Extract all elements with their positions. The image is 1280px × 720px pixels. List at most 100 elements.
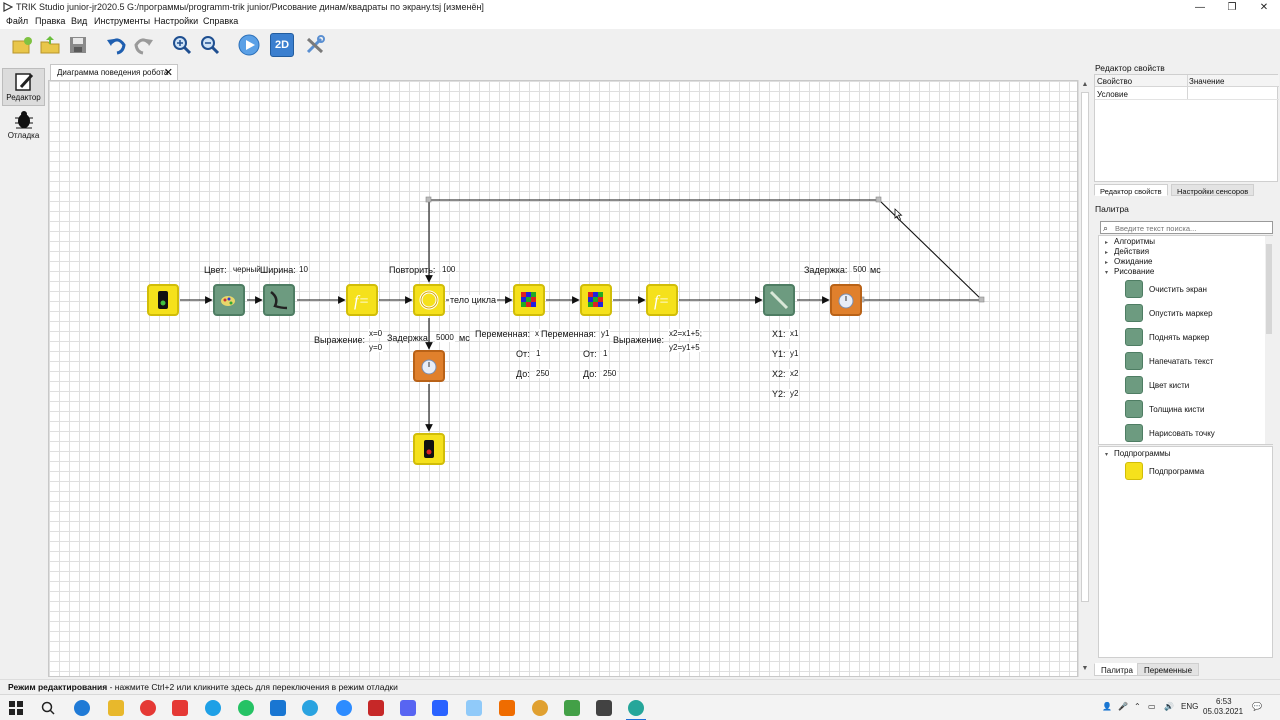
expression-2-line-1[interactable]: x2=x1+5; <box>668 329 703 338</box>
line-y1-value[interactable]: y1 <box>789 349 800 358</box>
palette-scroll-thumb[interactable] <box>1266 244 1272 334</box>
pen-color-value[interactable]: черный <box>232 265 262 274</box>
zoom-out-button[interactable] <box>198 33 222 57</box>
initial-node-block[interactable] <box>147 284 179 316</box>
for-loop-x-block[interactable] <box>513 284 545 316</box>
pen-width-block[interactable] <box>263 284 295 316</box>
skype-icon[interactable] <box>205 700 221 716</box>
redo-button[interactable] <box>132 33 156 57</box>
tab-palette[interactable]: Палитра <box>1094 663 1140 676</box>
timer-block-2[interactable] <box>830 284 862 316</box>
final-node-block[interactable] <box>413 433 445 465</box>
expression-1-line-2[interactable]: y=0 <box>368 343 384 352</box>
tray-show-hidden-icon[interactable]: ⌃ <box>1134 702 1141 711</box>
tab-sensor-settings[interactable]: Настройки сенсоров <box>1171 184 1255 196</box>
2d-model-button[interactable]: 2D <box>270 33 294 57</box>
menu-settings[interactable]: Настройки <box>154 16 198 26</box>
category-actions[interactable]: ▸ Действия <box>1105 247 1149 256</box>
delay-2-value[interactable]: 500 <box>852 265 868 274</box>
tray-volume-icon[interactable]: 🔊 <box>1164 702 1174 711</box>
edge-browser-icon[interactable] <box>74 700 90 716</box>
tray-microphone-icon[interactable]: 🎤 <box>1118 702 1128 711</box>
scroll-up-icon[interactable]: ▲ <box>1080 81 1090 88</box>
loop-block[interactable] <box>413 284 445 316</box>
category-algorithms[interactable]: ▸ Алгоритмы <box>1105 237 1155 246</box>
app-icon-dark[interactable] <box>596 700 612 716</box>
menu-file[interactable]: Файл <box>6 16 28 26</box>
from-2-value[interactable]: 1 <box>602 349 609 358</box>
open-button[interactable] <box>38 33 62 57</box>
delay-1-value[interactable]: 5000 <box>435 333 455 342</box>
app-icon-ball[interactable] <box>532 700 548 716</box>
settings-button[interactable] <box>303 33 327 57</box>
close-tab-icon[interactable]: ✕ <box>164 66 173 79</box>
category-waiting[interactable]: ▸ Ожидание <box>1105 257 1153 266</box>
timer-block-1[interactable] <box>413 350 445 382</box>
tray-language[interactable]: ENG <box>1181 702 1198 711</box>
palette-search-input[interactable] <box>1115 223 1270 233</box>
diagram-canvas[interactable]: f= f= Цвет: черный Ширина: 10 Повторить:… <box>48 80 1078 677</box>
tray-date[interactable]: 05.03.2021 <box>1203 707 1243 716</box>
expression-block-2[interactable]: f= <box>646 284 678 316</box>
status-bar[interactable]: Режим редактирования - нажмите Ctrl+2 ил… <box>0 679 1280 694</box>
app-icon-red[interactable] <box>368 700 384 716</box>
tab-variables[interactable]: Переменные <box>1137 663 1200 676</box>
expression-2-line-2[interactable]: y2=y1+5 <box>668 343 701 352</box>
zoom-app-icon[interactable] <box>336 700 352 716</box>
zoom-in-button[interactable] <box>170 33 194 57</box>
for-loop-y-block[interactable] <box>580 284 612 316</box>
maximize-button[interactable]: ❐ <box>1216 0 1248 15</box>
expression-1-line-1[interactable]: x=0 <box>368 329 384 338</box>
tab-robot-diagram[interactable]: Диаграмма поведения робота ✕ <box>50 64 178 80</box>
status-text[interactable]: Режим редактирования - нажмите Ctrl+2 ил… <box>8 682 398 692</box>
repeat-value[interactable]: 100 <box>441 265 457 274</box>
mode-editor[interactable]: Редактор <box>2 68 45 106</box>
tray-time[interactable]: 6:53 <box>1216 697 1232 706</box>
mode-debug[interactable]: Отладка <box>2 107 45 145</box>
to-2-value[interactable]: 250 <box>602 369 618 378</box>
draw-line-block[interactable] <box>763 284 795 316</box>
tray-people-icon[interactable]: 👤 <box>1102 702 1112 711</box>
tab-property-editor[interactable]: Редактор свойств <box>1094 184 1168 196</box>
variable-2-value[interactable]: y1 <box>600 329 611 338</box>
expression-block-1[interactable]: f= <box>346 284 378 316</box>
yandex-app-icon[interactable] <box>172 700 188 716</box>
save-button[interactable] <box>66 33 90 57</box>
from-1-value[interactable]: 1 <box>535 349 542 358</box>
scroll-down-icon[interactable]: ▼ <box>1080 665 1090 672</box>
tray-network-icon[interactable]: ▭ <box>1148 702 1156 711</box>
category-drawing[interactable]: ▾ Рисование <box>1105 267 1154 276</box>
new-file-button[interactable] <box>10 33 34 57</box>
palette-search-box[interactable]: ⌕ <box>1100 221 1273 234</box>
line-x1-value[interactable]: x1 <box>789 329 800 338</box>
canvas-vertical-scrollbar[interactable]: ▲ ▼ <box>1078 80 1090 677</box>
discord-icon[interactable] <box>400 700 416 716</box>
run-button[interactable] <box>237 33 261 57</box>
menu-help[interactable]: Справка <box>203 16 238 26</box>
app-icon-blue[interactable] <box>270 700 286 716</box>
menu-view[interactable]: Вид <box>71 16 87 26</box>
trik-studio-taskbar-icon[interactable] <box>628 700 644 716</box>
menu-tools[interactable]: Инструменты <box>94 16 150 26</box>
line-y2-value[interactable]: y2 <box>789 389 800 398</box>
search-icon[interactable] <box>40 700 56 716</box>
menu-edit[interactable]: Правка <box>35 16 65 26</box>
telegram-icon[interactable] <box>302 700 318 716</box>
file-explorer-icon[interactable] <box>108 700 124 716</box>
close-window-button[interactable]: ✕ <box>1248 0 1280 15</box>
palette-scrollbar[interactable] <box>1265 236 1273 444</box>
app-icon-orange[interactable] <box>499 700 515 716</box>
notifications-icon[interactable]: 💬 <box>1252 702 1262 711</box>
minimize-button[interactable]: — <box>1184 0 1216 15</box>
variable-1-value[interactable]: x <box>534 329 540 338</box>
app-icon-green[interactable] <box>564 700 580 716</box>
whatsapp-icon[interactable] <box>238 700 254 716</box>
undo-button[interactable] <box>104 33 128 57</box>
to-1-value[interactable]: 250 <box>535 369 551 378</box>
word-icon[interactable] <box>432 700 448 716</box>
line-x2-value[interactable]: x2 <box>789 369 800 378</box>
pen-color-block[interactable] <box>213 284 245 316</box>
monitor-icon[interactable] <box>466 700 482 716</box>
yandex-browser-icon[interactable] <box>140 700 156 716</box>
windows-start-icon[interactable] <box>8 700 24 716</box>
